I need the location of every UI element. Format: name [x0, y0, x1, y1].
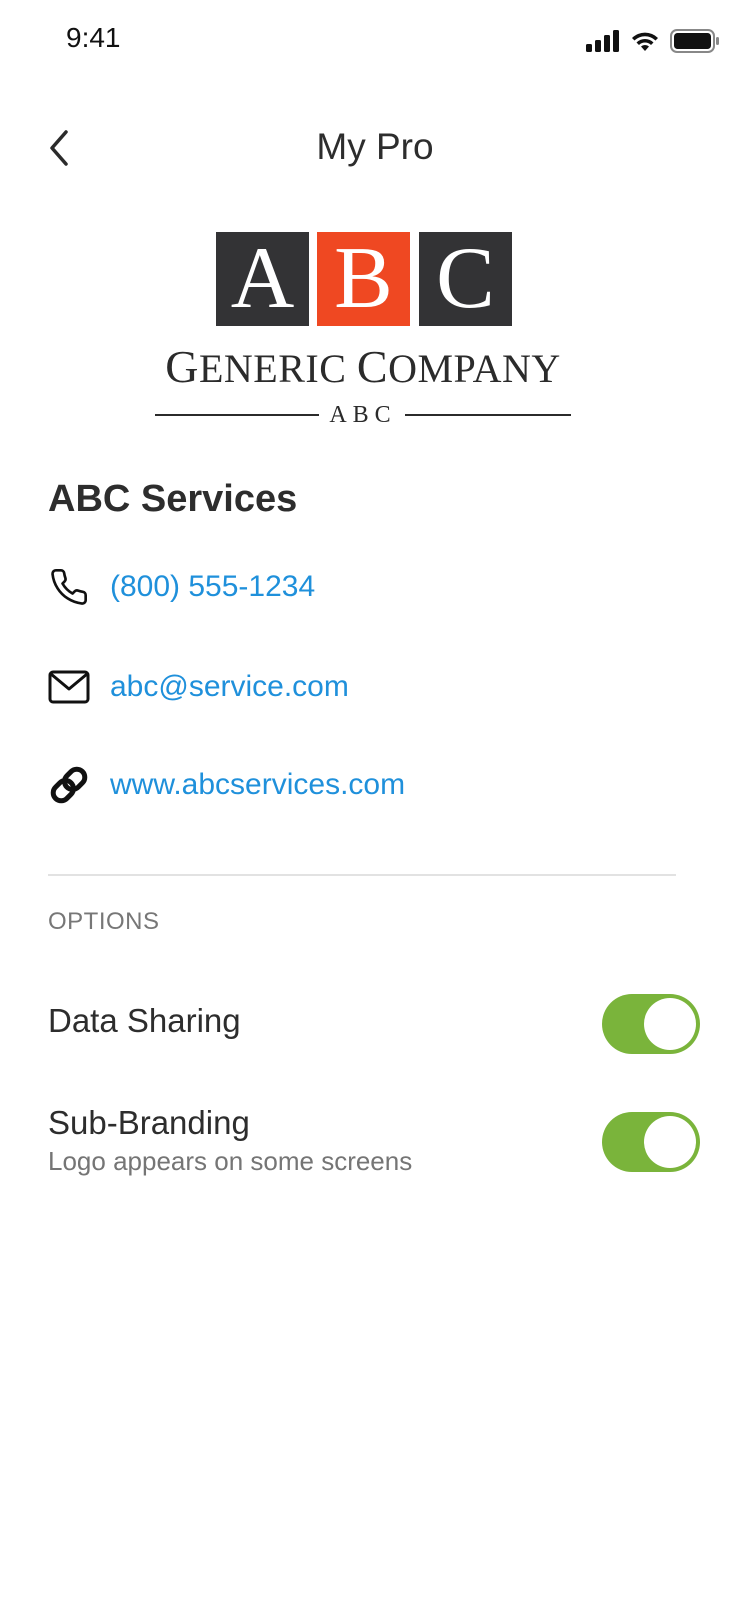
email-link[interactable]: abc@service.com: [48, 662, 349, 712]
sub-branding-toggle[interactable]: [602, 1112, 700, 1172]
sub-branding-description: Logo appears on some screens: [48, 1146, 413, 1176]
logo-letter-blocks: A B C: [216, 232, 512, 326]
toggle-knob: [644, 1116, 696, 1168]
section-divider: [48, 874, 676, 876]
battery-icon: [670, 28, 720, 58]
sub-branding-label: Sub-Branding: [48, 1104, 250, 1141]
phone-icon: [48, 566, 90, 608]
company-logo: A B C GENERIC COMPANY ABC: [155, 232, 571, 432]
logo-rule-right: [405, 414, 571, 416]
status-icons: [586, 28, 720, 58]
link-icon: [48, 764, 90, 806]
logo-letter-a: A: [216, 232, 309, 326]
toggle-knob: [644, 998, 696, 1050]
logo-tagline: ABC: [155, 402, 571, 428]
data-sharing-label: Data Sharing: [48, 1002, 241, 1039]
signal-icon: [586, 29, 620, 57]
header: My Pro: [0, 110, 750, 190]
website-link[interactable]: www.abcservices.com: [48, 760, 405, 810]
mail-icon: [48, 666, 90, 708]
logo-letter-b: B: [317, 232, 410, 326]
company-name: ABC Services: [48, 478, 298, 520]
data-sharing-toggle[interactable]: [602, 994, 700, 1054]
logo-company-name: GENERIC COMPANY: [165, 341, 561, 392]
website-url: www.abcservices.com: [110, 768, 406, 801]
status-bar: 9:41: [0, 0, 750, 88]
phone-number: (800) 555-1234: [110, 570, 316, 603]
phone-link[interactable]: (800) 555-1234: [48, 562, 315, 612]
logo-letter-c: C: [419, 232, 512, 326]
options-section-label: OPTIONS: [48, 908, 160, 935]
status-time: 9:41: [66, 22, 121, 53]
wifi-icon: [630, 30, 660, 57]
page-title: My Pro: [316, 126, 434, 167]
email-address: abc@service.com: [110, 670, 349, 703]
